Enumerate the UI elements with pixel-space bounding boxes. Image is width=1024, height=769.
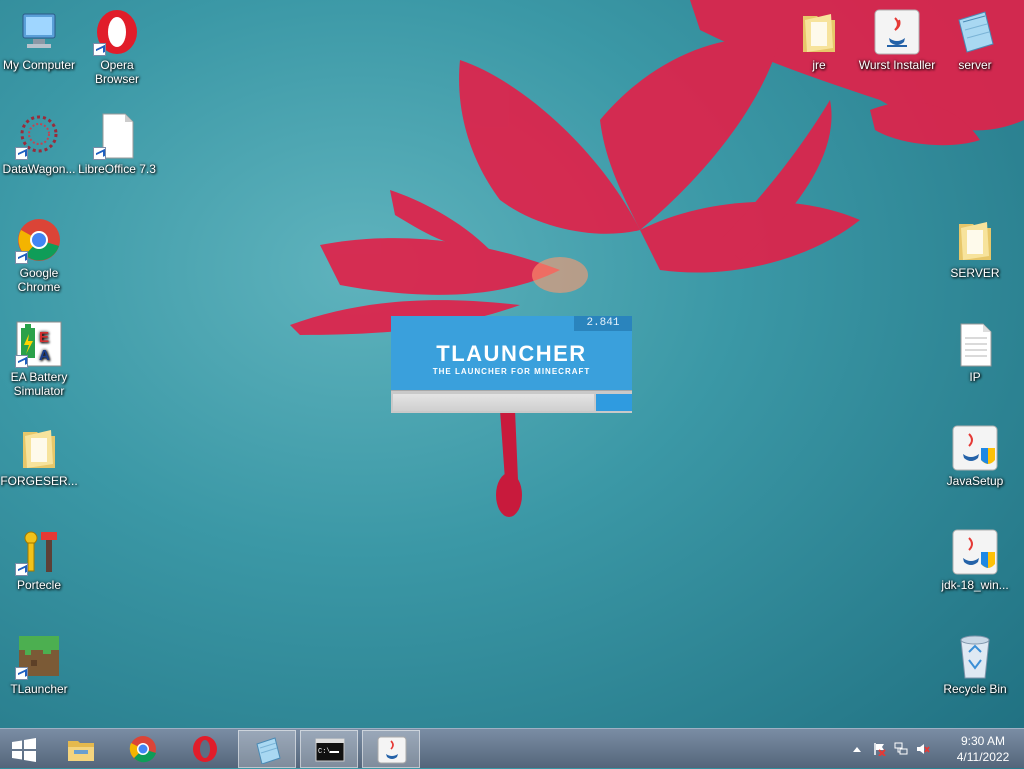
explorer-taskbar-button[interactable] [52,730,110,768]
svg-text:C:\: C:\ [318,748,331,756]
desktop-icon-label: Wurst Installer [858,58,936,72]
shortcut-arrow-icon [93,147,106,160]
volume-muted-icon[interactable] [916,742,930,756]
notepad-icon [256,737,281,764]
desktop-icon-label: LibreOffice 7.3 [78,162,156,176]
shortcut-arrow-icon [15,563,28,576]
start-button[interactable] [0,730,48,768]
desktop-icon-google-chrome[interactable]: Google Chrome [0,216,78,294]
desktop-icon-portecle[interactable]: Portecle [0,528,78,592]
ea-battery-icon: EA [15,320,63,368]
portecle-icon [15,528,63,576]
opera-taskbar-button[interactable] [176,730,234,768]
notepad-taskbar-button[interactable] [238,730,296,768]
chrome-taskbar-button[interactable] [114,730,172,768]
desktop-icon-label: Recycle Bin [943,682,1007,696]
desktop-icon-jre[interactable]: jre [780,8,858,72]
java-taskbar-button[interactable] [362,730,420,768]
desktop-icon-label: server [958,58,992,72]
desktop-icon-label: Google Chrome [17,266,61,294]
splash-subtitle: THE LAUNCHER FOR MINECRAFT [432,367,591,376]
desktop-icon-wurst-installer[interactable]: Wurst Installer [858,8,936,72]
network-icon[interactable] [894,742,908,756]
chrome-icon [15,216,63,264]
java-setup-icon [951,528,999,576]
shortcut-arrow-icon [93,43,106,56]
opera-icon [93,8,141,56]
folder-icon [795,8,843,56]
desktop-icon-label: Opera Browser [94,58,139,86]
desktop-icon-label: jdk-18_win... [941,578,1009,592]
java-icon [377,736,407,764]
desktop-icon-label: Portecle [16,578,62,592]
tlauncher-icon [15,632,63,680]
shortcut-arrow-icon [15,355,28,368]
desktop-icon-server[interactable]: server [936,8,1014,72]
folder-icon [951,216,999,264]
shortcut-arrow-icon [15,147,28,160]
desktop-icon-recycle-bin[interactable]: Recycle Bin [936,632,1014,696]
chrome-icon [129,736,156,763]
explorer-icon [68,741,94,761]
desktop-icon-ip[interactable]: IP [936,320,1014,384]
desktop-icon-label: SERVER [950,266,1000,280]
shortcut-arrow-icon [15,667,28,680]
datawagon-icon [15,112,63,160]
tlauncher-splash: 2.841 TLAUNCHER THE LAUNCHER FOR MINECRA… [391,316,632,413]
desktop-icon-forgeserver[interactable]: FORGESER... [0,424,78,488]
libreoffice-icon [93,112,141,160]
desktop-icon-label: EA Battery Simulator [10,370,68,398]
desktop-icon-datawagon[interactable]: DataWagon... [0,112,78,176]
taskbar-clock[interactable]: 9:30 AM 4/11/2022 [950,733,1016,765]
desktop-icon-label: TLauncher [10,682,68,696]
desktop-icon-my-computer[interactable]: My Computer [0,8,78,72]
desktop-icon-label: DataWagon... [2,162,76,176]
cmd-taskbar-button[interactable]: C:\ [300,730,358,768]
java-icon [873,8,921,56]
cmd-icon: C:\ [315,738,345,762]
desktop-icon-label: JavaSetup [946,474,1004,488]
desktop-icon-jdk-18[interactable]: jdk-18_win... [936,528,1014,592]
shortcut-arrow-icon [15,251,28,264]
notepad-icon [951,8,999,56]
computer-icon [15,8,63,56]
text-file-icon [951,320,999,368]
windows-icon [12,738,36,762]
splash-progress-bar [391,390,632,413]
desktop-icon-libreoffice[interactable]: LibreOffice 7.3 [78,112,156,176]
splash-title: TLAUNCHER [436,341,587,366]
desktop-icon-opera[interactable]: Opera Browser [78,8,156,86]
system-tray: 9:30 AM 4/11/2022 [844,729,1024,769]
desktop-icon-server-folder[interactable]: SERVER [936,216,1014,280]
action-center-flag-icon[interactable] [872,742,886,756]
progress-fill [596,394,632,411]
desktop-icon-label: jre [812,58,826,72]
desktop-icon-tlauncher[interactable]: TLauncher [0,632,78,696]
splash-version: 2.841 [574,316,632,331]
desktop-icon-label: My Computer [2,58,76,72]
svg-text:E: E [39,329,49,346]
desktop-icon-javasetup[interactable]: JavaSetup [936,424,1014,488]
show-hidden-icons-chevron-icon[interactable] [852,745,862,753]
progress-track [393,394,594,411]
recycle-bin-icon [951,632,999,680]
desktop-icon-ea-battery[interactable]: EA EA Battery Simulator [0,320,78,398]
clock-time: 9:30 AM [960,734,1006,748]
taskbar: C:\ 9:30 AM 4/11/2022 [0,728,1024,768]
svg-text:A: A [39,347,50,364]
opera-icon [193,736,217,762]
splash-banner: 2.841 TLAUNCHER THE LAUNCHER FOR MINECRA… [391,316,632,390]
desktop-icon-label: FORGESER... [0,474,78,488]
folder-icon [15,424,63,472]
java-setup-icon [951,424,999,472]
clock-date: 4/11/2022 [956,750,1010,764]
desktop-icon-label: IP [969,370,981,384]
